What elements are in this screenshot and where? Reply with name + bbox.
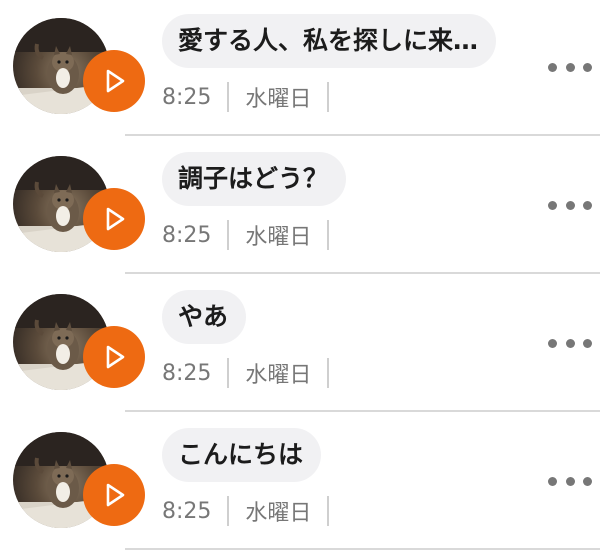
row-divider bbox=[125, 548, 600, 550]
more-options-icon bbox=[548, 200, 557, 210]
message-meta: 8:25 水曜日 bbox=[162, 494, 345, 528]
more-options-icon bbox=[583, 338, 592, 348]
play-button[interactable] bbox=[83, 326, 145, 388]
meta-separator bbox=[327, 358, 330, 388]
avatar-group bbox=[13, 294, 145, 394]
more-options-icon bbox=[548, 62, 557, 72]
message-row: やあ 8:25 水曜日 bbox=[0, 276, 615, 414]
more-options-button[interactable] bbox=[548, 466, 592, 496]
more-options-icon bbox=[565, 338, 575, 348]
more-options-button[interactable] bbox=[548, 52, 592, 82]
message-time: 8:25 bbox=[162, 84, 212, 110]
row-divider bbox=[125, 134, 600, 136]
play-icon bbox=[106, 207, 125, 231]
voice-message-list: 愛する人、私を探しに来… 8:25 水曜日 調子はどう？ 8:25 水曜日 やあ… bbox=[0, 0, 615, 551]
message-bubble[interactable]: 調子はどう？ bbox=[162, 152, 347, 206]
message-day: 水曜日 bbox=[245, 87, 312, 112]
more-options-icon bbox=[548, 338, 557, 348]
message-day: 水曜日 bbox=[245, 501, 312, 526]
meta-separator bbox=[327, 496, 330, 526]
more-options-icon bbox=[583, 476, 592, 486]
avatar-group bbox=[13, 18, 145, 118]
message-day: 水曜日 bbox=[245, 363, 312, 388]
more-options-icon bbox=[583, 62, 592, 72]
message-meta: 8:25 水曜日 bbox=[162, 218, 345, 252]
message-meta: 8:25 水曜日 bbox=[162, 80, 345, 114]
message-time: 8:25 bbox=[162, 360, 212, 386]
message-time: 8:25 bbox=[162, 222, 212, 248]
row-divider bbox=[125, 410, 600, 412]
more-options-icon bbox=[565, 62, 575, 72]
meta-separator bbox=[227, 220, 230, 250]
message-meta: 8:25 水曜日 bbox=[162, 356, 345, 390]
more-options-icon bbox=[565, 200, 575, 210]
meta-separator bbox=[327, 220, 330, 250]
meta-separator bbox=[227, 496, 230, 526]
message-row: 愛する人、私を探しに来… 8:25 水曜日 bbox=[0, 0, 615, 138]
play-icon bbox=[106, 483, 125, 507]
play-button[interactable] bbox=[83, 464, 145, 526]
message-bubble[interactable]: やあ bbox=[162, 290, 247, 344]
message-bubble[interactable]: こんにちは bbox=[162, 428, 322, 482]
play-button[interactable] bbox=[83, 188, 145, 250]
more-options-button[interactable] bbox=[548, 190, 592, 220]
more-options-button[interactable] bbox=[548, 328, 592, 358]
avatar-group bbox=[13, 432, 145, 532]
meta-separator bbox=[327, 82, 330, 112]
meta-separator bbox=[227, 82, 230, 112]
message-row: こんにちは 8:25 水曜日 bbox=[0, 414, 615, 551]
play-button[interactable] bbox=[83, 50, 145, 112]
avatar-group bbox=[13, 156, 145, 256]
play-icon bbox=[106, 69, 125, 93]
message-bubble[interactable]: 愛する人、私を探しに来… bbox=[162, 14, 497, 68]
more-options-icon bbox=[565, 476, 575, 486]
message-row: 調子はどう？ 8:25 水曜日 bbox=[0, 138, 615, 276]
message-day: 水曜日 bbox=[245, 225, 312, 250]
row-divider bbox=[125, 272, 600, 274]
message-time: 8:25 bbox=[162, 498, 212, 524]
more-options-icon bbox=[583, 200, 592, 210]
play-icon bbox=[106, 345, 125, 369]
meta-separator bbox=[227, 358, 230, 388]
more-options-icon bbox=[548, 476, 557, 486]
